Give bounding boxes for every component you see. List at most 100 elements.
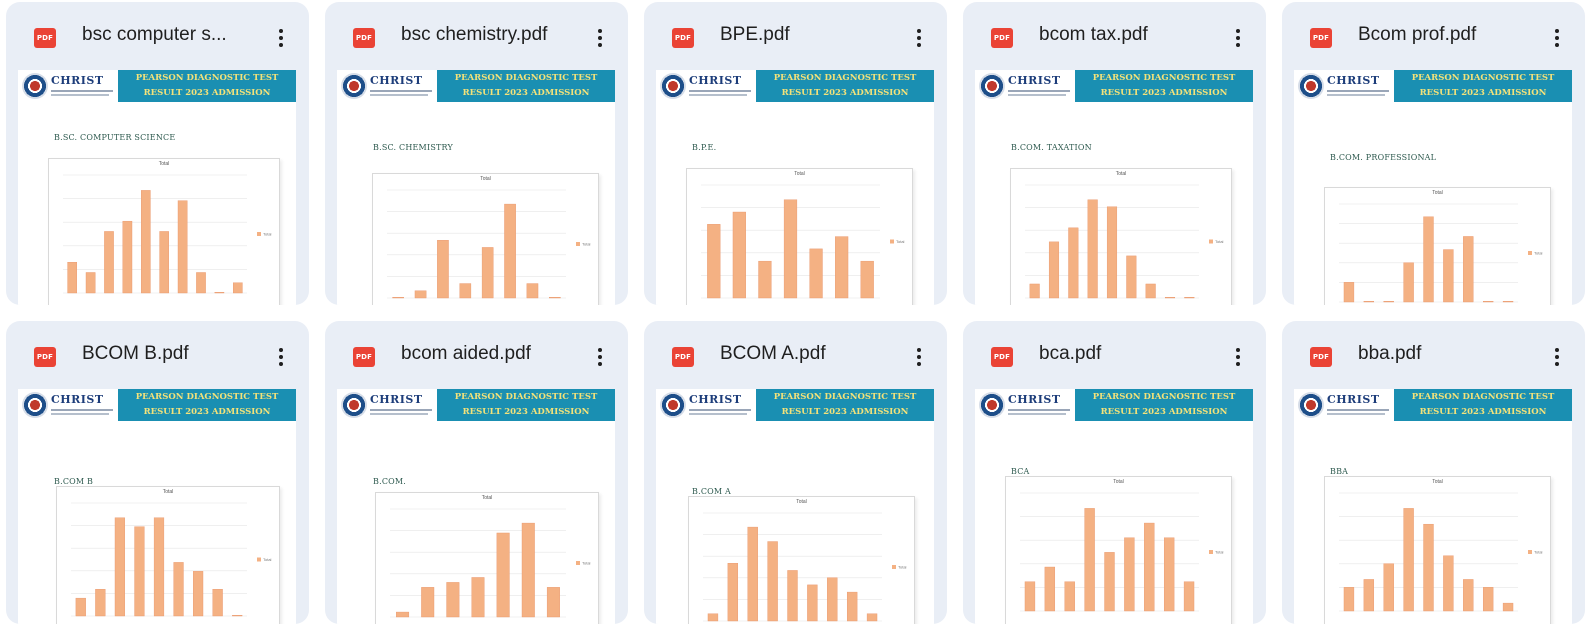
report-banner: PEARSON DIAGNOSTIC TEST RESULT 2023 ADMI…	[118, 389, 296, 421]
file-thumbnail[interactable]: CHRIST PEARSON DIAGNOSTIC TEST RESULT 20…	[337, 389, 615, 624]
bar-chart: Total Total	[56, 486, 280, 624]
file-thumbnail[interactable]: CHRIST PEARSON DIAGNOSTIC TEST RESULT 20…	[975, 70, 1253, 305]
course-title: B.COM B	[54, 477, 94, 486]
legend-swatch	[1209, 239, 1213, 244]
chart-plot: Total	[390, 508, 591, 618]
file-thumbnail[interactable]: CHRIST PEARSON DIAGNOSTIC TEST RESULT 20…	[656, 389, 934, 624]
report-banner: PEARSON DIAGNOSTIC TEST RESULT 2023 ADMI…	[756, 70, 934, 102]
file-name[interactable]: bcom tax.pdf	[1039, 24, 1209, 46]
more-vert-icon[interactable]	[1224, 341, 1252, 373]
bar-chart: Total Total	[1324, 187, 1551, 305]
file-name[interactable]: bba.pdf	[1358, 343, 1528, 365]
chart-plot: Total	[1339, 492, 1543, 612]
college-logo-icon	[660, 73, 686, 99]
document-header: CHRIST PEARSON DIAGNOSTIC TEST RESULT 20…	[1294, 70, 1572, 102]
document-header: CHRIST PEARSON DIAGNOSTIC TEST RESULT 20…	[337, 389, 615, 421]
banner-line-2: RESULT 2023 ADMISSION	[462, 88, 590, 98]
file-thumbnail[interactable]: CHRIST PEARSON DIAGNOSTIC TEST RESULT 20…	[18, 389, 296, 624]
file-thumbnail[interactable]: CHRIST PEARSON DIAGNOSTIC TEST RESULT 20…	[337, 70, 615, 305]
chart-bar	[134, 526, 145, 617]
file-name[interactable]: BCOM B.pdf	[82, 343, 252, 365]
more-vert-icon[interactable]	[1543, 341, 1571, 373]
chart-bar	[1343, 282, 1355, 303]
banner-line-1: PEARSON DIAGNOSTIC TEST	[135, 392, 279, 402]
more-vert-icon[interactable]	[1543, 22, 1571, 54]
chart-bar	[446, 582, 460, 618]
file-card[interactable]: PDF BPE.pdf CHRIST PEARSON DIAGNOSTIC TE…	[644, 2, 947, 305]
banner-line-1: PEARSON DIAGNOSTIC TEST	[773, 392, 917, 402]
file-name[interactable]: Bcom prof.pdf	[1358, 24, 1528, 46]
course-title: BCA	[1011, 467, 1030, 476]
more-vert-icon[interactable]	[267, 22, 295, 54]
chart-bar	[1363, 579, 1375, 612]
banner-line-2: RESULT 2023 ADMISSION	[143, 407, 271, 417]
more-vert-icon[interactable]	[1224, 22, 1252, 54]
legend-swatch	[1528, 550, 1532, 554]
file-name[interactable]: BCOM A.pdf	[720, 343, 890, 365]
chart-bar	[471, 577, 485, 618]
chart-bar	[1145, 283, 1156, 299]
chart-bar	[177, 200, 188, 294]
pdf-icon: PDF	[991, 28, 1013, 48]
file-name[interactable]: bcom aided.pdf	[401, 343, 571, 365]
chart-plot: Total	[71, 502, 272, 617]
banner-line-2: RESULT 2023 ADMISSION	[143, 88, 271, 98]
chart-bar	[1084, 508, 1095, 612]
legend-swatch	[1209, 550, 1213, 554]
file-card[interactable]: PDF bsc computer s... CHRIST PEARSON DIA…	[6, 2, 309, 305]
file-name[interactable]: bsc chemistry.pdf	[401, 24, 571, 46]
file-card[interactable]: PDF bca.pdf CHRIST PEARSON DIAGNOSTIC TE…	[963, 321, 1266, 624]
college-logo-icon	[1298, 73, 1324, 99]
file-card[interactable]: PDF BCOM A.pdf CHRIST PEARSON DIAGNOSTIC…	[644, 321, 947, 624]
file-name[interactable]: bca.pdf	[1039, 343, 1209, 365]
chart-bar	[846, 591, 858, 622]
more-vert-icon[interactable]	[267, 341, 295, 373]
college-logo-text: CHRIST	[1327, 74, 1389, 96]
chart-bar	[104, 231, 114, 294]
more-vert-icon[interactable]	[905, 341, 933, 373]
college-logo-icon	[660, 392, 686, 418]
bar-chart: Total Total	[48, 158, 280, 305]
file-card[interactable]: PDF Bcom prof.pdf CHRIST PEARSON DIAGNOS…	[1282, 2, 1585, 305]
file-card[interactable]: PDF BCOM B.pdf CHRIST PEARSON DIAGNOSTIC…	[6, 321, 309, 624]
chart-bar	[1029, 283, 1040, 299]
chart-bar	[1363, 300, 1375, 303]
file-card[interactable]: PDF bcom tax.pdf CHRIST PEARSON DIAGNOST…	[963, 2, 1266, 305]
chart-bar	[807, 584, 818, 622]
file-thumbnail[interactable]: CHRIST PEARSON DIAGNOSTIC TEST RESULT 20…	[656, 70, 934, 305]
file-card[interactable]: PDF bba.pdf CHRIST PEARSON DIAGNOSTIC TE…	[1282, 321, 1585, 624]
file-card-header: PDF BCOM B.pdf	[6, 321, 309, 391]
legend-label: Total	[1534, 550, 1543, 555]
file-thumbnail[interactable]: CHRIST PEARSON DIAGNOSTIC TEST RESULT 20…	[1294, 70, 1572, 305]
file-card-header: PDF bsc computer s...	[6, 2, 309, 72]
more-vert-icon[interactable]	[586, 22, 614, 54]
chart-bar	[835, 236, 849, 299]
legend-swatch	[892, 565, 896, 569]
file-thumbnail[interactable]: CHRIST PEARSON DIAGNOSTIC TEST RESULT 20…	[1294, 389, 1572, 624]
chart-bar	[1482, 587, 1494, 612]
file-card-header: PDF bcom aided.pdf	[325, 321, 628, 391]
legend-label: Total	[1534, 251, 1543, 256]
document-header: CHRIST PEARSON DIAGNOSTIC TEST RESULT 20…	[656, 70, 934, 102]
document-header: CHRIST PEARSON DIAGNOSTIC TEST RESULT 20…	[18, 70, 296, 102]
chart-bar	[1343, 587, 1355, 612]
banner-line-1: PEARSON DIAGNOSTIC TEST	[1092, 73, 1236, 83]
report-banner: PEARSON DIAGNOSTIC TEST RESULT 2023 ADMI…	[1075, 389, 1253, 421]
legend-label: Total	[582, 561, 591, 566]
file-thumbnail[interactable]: CHRIST PEARSON DIAGNOSTIC TEST RESULT 20…	[18, 70, 296, 305]
chart-bar	[1087, 199, 1098, 299]
file-card[interactable]: PDF bsc chemistry.pdf CHRIST PEARSON DIA…	[325, 2, 628, 305]
report-banner: PEARSON DIAGNOSTIC TEST RESULT 2023 ADMI…	[437, 389, 615, 421]
file-name[interactable]: BPE.pdf	[720, 24, 890, 46]
chart-bar	[396, 611, 410, 618]
more-vert-icon[interactable]	[905, 22, 933, 54]
file-card[interactable]: PDF bcom aided.pdf CHRIST PEARSON DIAGNO…	[325, 321, 628, 624]
file-name[interactable]: bsc computer s...	[82, 24, 252, 46]
file-thumbnail[interactable]: CHRIST PEARSON DIAGNOSTIC TEST RESULT 20…	[975, 389, 1253, 624]
chart-bar	[783, 199, 798, 299]
pdf-icon: PDF	[672, 347, 694, 367]
chart-plot: Total	[1339, 203, 1543, 303]
more-vert-icon[interactable]	[586, 341, 614, 373]
chart-bar	[114, 517, 125, 617]
chart-bar	[1383, 300, 1394, 303]
